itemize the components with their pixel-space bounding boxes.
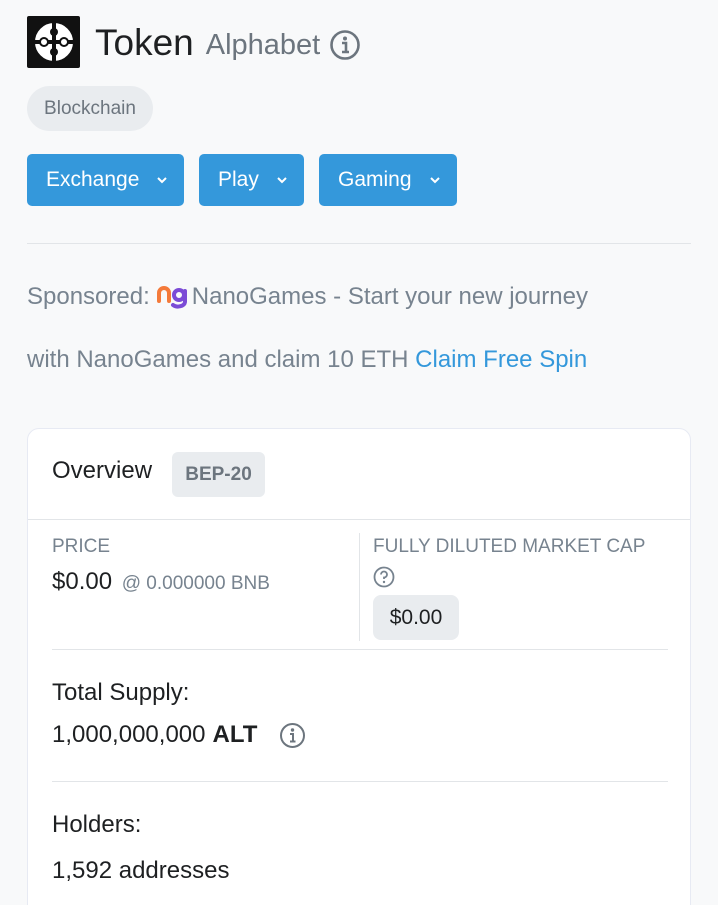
claim-free-spin-link[interactable]: Claim Free Spin	[415, 346, 587, 373]
overview-card: Overview BEP-20 PRICE $0.00 @ 0.000000 B…	[27, 428, 691, 905]
price-value: $0.00 @ 0.000000 BNB	[52, 568, 270, 596]
price-label: PRICE	[52, 536, 111, 557]
column-divider	[359, 533, 360, 641]
page-title: Token Alphabet	[95, 18, 361, 68]
holders-label: Holders:	[52, 811, 142, 838]
token-symbol: ALT	[212, 721, 258, 748]
holders-value: 1,592 addresses	[52, 857, 230, 884]
question-icon[interactable]	[373, 566, 395, 588]
token-page: Token Alphabet Blockchain Exchange Play …	[0, 0, 718, 905]
card-header-divider	[28, 519, 690, 520]
total-supply-amount: 1,000,000,000	[52, 721, 206, 748]
sponsored-prefix: Sponsored:	[27, 283, 150, 310]
chevron-down-icon	[430, 176, 440, 184]
chevron-down-icon	[277, 176, 287, 184]
token-logo-icon	[27, 16, 80, 68]
gaming-button-label: Gaming	[338, 168, 412, 191]
market-cap-label: FULLY DILUTED MARKET CAP	[373, 536, 646, 557]
token-title-text: Token	[95, 22, 194, 63]
token-standard-badge: BEP-20	[172, 452, 265, 497]
sponsored-text-1: NanoGames - Start your new journey	[191, 283, 588, 310]
header-divider	[27, 243, 691, 244]
token-name-text: Alphabet	[205, 28, 321, 61]
blockchain-tag[interactable]: Blockchain	[27, 86, 153, 131]
play-button-label: Play	[218, 168, 259, 191]
exchange-button[interactable]: Exchange	[27, 154, 184, 206]
overview-title: Overview	[52, 457, 153, 484]
sponsored-text-2: with NanoGames and claim 10 ETH	[27, 346, 409, 373]
info-icon[interactable]	[329, 29, 361, 61]
info-icon[interactable]	[279, 722, 306, 749]
play-button[interactable]: Play	[199, 154, 304, 206]
exchange-button-label: Exchange	[46, 168, 140, 191]
total-supply-value: 1,000,000,000 ALT	[52, 721, 306, 749]
section-divider	[52, 649, 668, 650]
price-amount: $0.00	[52, 568, 113, 595]
chevron-down-icon	[157, 176, 167, 184]
price-bnb: @ 0.000000 BNB	[121, 573, 270, 594]
market-cap-value: $0.00	[373, 595, 459, 640]
nanogames-logo-icon	[156, 273, 190, 331]
sponsored-banner: Sponsored: NanoGames - Start your new jo…	[27, 268, 687, 389]
gaming-button[interactable]: Gaming	[319, 154, 457, 206]
section-divider	[52, 781, 668, 782]
total-supply-label: Total Supply:	[52, 679, 190, 706]
